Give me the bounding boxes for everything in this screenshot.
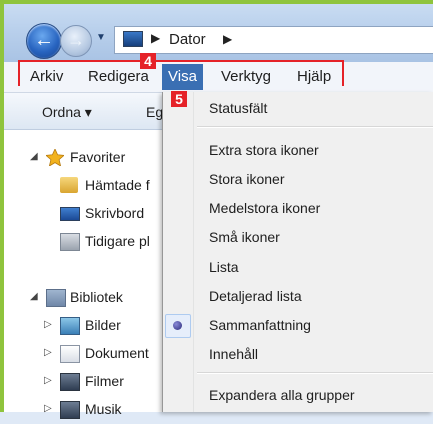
back-arrow-icon: ← (34, 29, 54, 51)
radio-bullet-icon (173, 321, 182, 330)
menu-item-statusbar[interactable]: Statusfält (209, 100, 267, 116)
menu-item-expand-all-groups[interactable]: Expandera alla grupper (209, 387, 355, 403)
breadcrumb-arrow-icon[interactable]: ▶ (151, 31, 160, 45)
collapse-icon[interactable]: ◢ (30, 151, 38, 162)
tree-item-label: Bilder (85, 317, 121, 333)
menu-separator (197, 372, 433, 374)
title-bar: ← → ▼ ▶ Dator ▶ (4, 4, 433, 62)
menu-item-large-icons[interactable]: Stora ikoner (209, 171, 284, 187)
menu-item-details[interactable]: Detaljerad lista (209, 288, 302, 304)
tree-item-label: Dokument (85, 345, 149, 361)
menu-item-medium-icons[interactable]: Medelstora ikoner (209, 200, 320, 216)
expand-icon[interactable]: ▷ (44, 375, 52, 386)
star-icon (45, 148, 65, 167)
documents-icon (60, 345, 80, 363)
computer-icon (123, 31, 143, 47)
organize-button[interactable]: Ordna ▾ (42, 104, 92, 121)
menu-item-tiles[interactable]: Sammanfattning (209, 317, 311, 333)
annotation-badge-5: 5 (171, 91, 187, 107)
expand-icon[interactable]: ▷ (44, 347, 52, 358)
annotation-badge-4: 4 (140, 53, 156, 69)
expand-icon[interactable]: ▷ (44, 403, 52, 414)
navigation-pane: ◢ Favoriter Hämtade f Skrivbord Tidigare… (4, 130, 164, 419)
expand-icon[interactable]: ▷ (44, 319, 52, 330)
breadcrumb-computer[interactable]: Dator (169, 31, 206, 48)
forward-button[interactable]: → (60, 25, 92, 57)
tree-item-label: Musik (85, 401, 122, 417)
collapse-icon[interactable]: ◢ (30, 291, 38, 302)
pictures-icon (60, 317, 80, 335)
recent-places-icon (60, 233, 80, 251)
downloads-folder-icon (60, 177, 78, 193)
videos-icon (60, 373, 80, 391)
back-button[interactable]: ← (26, 23, 62, 59)
view-menu: Statusfält Extra stora ikoner Stora ikon… (162, 92, 433, 412)
library-icon (46, 289, 66, 307)
breadcrumb-arrow-icon[interactable]: ▶ (223, 32, 232, 46)
annotation-highlight (18, 60, 344, 86)
tree-item-label: Skrivbord (85, 205, 145, 221)
toolbar-button-partial[interactable]: Eg (146, 104, 163, 120)
tree-item-label: Bibliotek (70, 289, 123, 305)
tree-item-label: Filmer (85, 373, 124, 389)
tree-item-label: Favoriter (70, 149, 126, 165)
recent-pages-dropdown-icon[interactable]: ▼ (96, 32, 106, 43)
forward-arrow-icon: → (67, 30, 85, 50)
desktop-icon (60, 207, 80, 221)
menu-item-small-icons[interactable]: Små ikoner (209, 229, 280, 245)
music-icon (60, 401, 80, 419)
menu-item-extra-large-icons[interactable]: Extra stora ikoner (209, 142, 319, 158)
tree-item-label: Hämtade f (85, 177, 150, 193)
address-bar[interactable]: ▶ Dator ▶ (114, 26, 433, 54)
tree-item-label: Tidigare pl (85, 233, 150, 249)
menu-item-list[interactable]: Lista (209, 259, 239, 275)
menu-gutter (163, 92, 194, 412)
menu-separator (197, 126, 433, 128)
menu-item-content[interactable]: Innehåll (209, 346, 258, 362)
